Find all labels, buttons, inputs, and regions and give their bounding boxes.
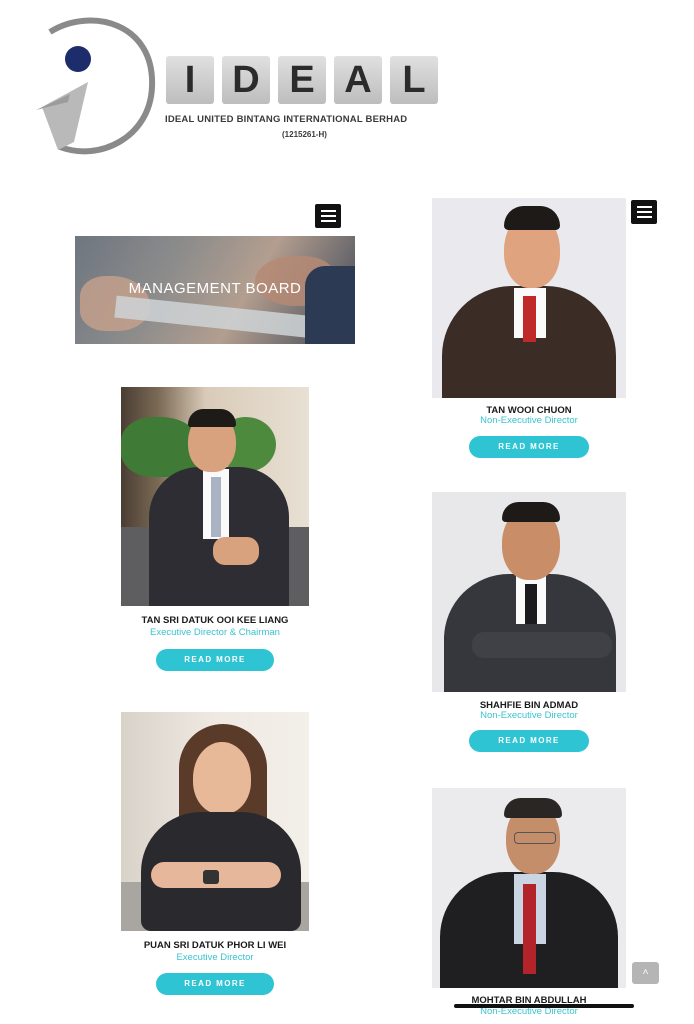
hamburger-icon [320,210,336,212]
director-photo [432,788,626,988]
menu-button[interactable] [315,204,341,228]
chevron-up-icon: ˄ [642,967,649,978]
director-role: Non-Executive Director [480,710,578,721]
scroll-to-top-button[interactable]: ˄ [632,962,659,984]
management-board-banner: MANAGEMENT BOARD [75,236,355,344]
director-photo [432,492,626,692]
logo-letter-i: I [166,56,214,104]
logo-letter-l: L [390,56,438,104]
menu-button-secondary[interactable] [631,200,657,224]
director-name: PUAN SRI DATUK PHOR LI WEI [143,940,287,951]
read-more-button[interactable]: READ MORE [469,730,589,752]
home-indicator [454,1004,634,1008]
logo-letter-e: E [278,56,326,104]
read-more-button[interactable]: READ MORE [156,973,274,995]
director-role: Executive Director [176,952,254,963]
director-name: TAN SRI DATUK OOI KEE LIANG [141,615,289,626]
director-role: Non-Executive Director [480,415,578,426]
hamburger-icon [636,206,652,208]
company-name: IDEAL UNITED BINTANG INTERNATIONAL BERHA… [165,114,408,125]
director-photo [121,387,309,606]
logo-letter-a: A [334,56,382,104]
read-more-button[interactable]: READ MORE [469,436,589,458]
read-more-button[interactable]: READ MORE [156,649,274,671]
banner-title: MANAGEMENT BOARD [128,280,302,297]
company-registration: (1215261-H) [282,130,327,139]
director-photo [432,198,626,398]
director-photo [121,712,309,931]
logo-letter-d: D [222,56,270,104]
company-logo-mark [30,12,160,162]
director-role: Executive Director & Chairman [150,627,280,638]
